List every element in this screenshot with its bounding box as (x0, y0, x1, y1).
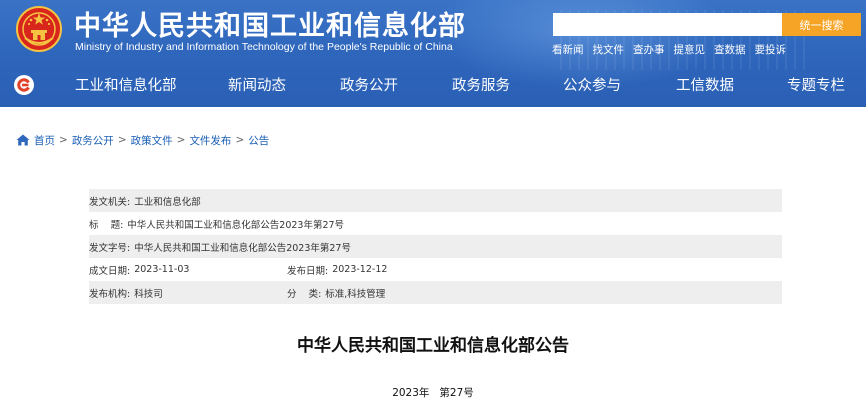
meta-label: 标 题: (89, 219, 124, 231)
main-nav: 工业和信息化部 新闻动态 政务公开 政务服务 公众参与 工信数据 专题专栏 (0, 62, 866, 106)
meta-row-dates: 成文日期: 2023-11-03 发布日期: 2023-12-12 (89, 258, 782, 281)
meta-label: 成文日期: (89, 265, 131, 277)
meta-value-doc-no: 中华人民共和国工业和信息化部公告2023年第27号 (134, 242, 351, 254)
meta-value-category: 标准,科技管理 (325, 288, 386, 300)
breadcrumb: 首页 > 政务公开 > 政策文件 > 文件发布 > 公告 (16, 132, 269, 148)
meta-cell: 成文日期: 2023-11-03 (89, 263, 287, 277)
meta-cell: 发文机关: 工业和信息化部 (89, 194, 201, 208)
nav-item-topics[interactable]: 专题专栏 (787, 74, 845, 95)
national-emblem-icon[interactable] (16, 6, 62, 52)
nav-item-miit[interactable]: 工业和信息化部 (75, 74, 177, 95)
breadcrumb-separator: > (117, 134, 127, 146)
quick-link-feedback[interactable]: 提意见 (674, 42, 706, 57)
quick-links: 看新闻 找文件 查办事 提意见 查数据 要投诉 (552, 42, 795, 57)
breadcrumb-notice[interactable]: 公告 (248, 133, 269, 148)
meta-row-issuer: 发文机关: 工业和信息化部 (89, 189, 782, 212)
meta-value-created: 2023-11-03 (134, 264, 190, 275)
meta-label: 发布机构: (89, 288, 131, 300)
meta-row-doc-no: 发文字号: 中华人民共和国工业和信息化部公告2023年第27号 (89, 235, 782, 258)
search-button[interactable]: 统一搜索 (782, 13, 861, 36)
site-subtitle: Ministry of Industry and Information Tec… (75, 41, 453, 53)
meta-cell: 发布机构: 科技司 (89, 286, 287, 300)
meta-label: 发文机关: (89, 196, 131, 208)
meta-label: 发文字号: (89, 242, 131, 254)
home-icon (16, 134, 30, 146)
meta-cell: 发布日期: 2023-12-12 (287, 263, 387, 277)
meta-cell: 标 题: 中华人民共和国工业和信息化部公告2023年第27号 (89, 217, 344, 231)
breadcrumb-policy[interactable]: 政策文件 (131, 133, 173, 148)
search-input[interactable] (553, 13, 783, 36)
quick-link-complaint[interactable]: 要投诉 (755, 42, 787, 57)
meta-cell: 分 类: 标准,科技管理 (287, 286, 385, 300)
meta-label: 发布日期: (287, 265, 329, 277)
nav-item-data[interactable]: 工信数据 (676, 74, 734, 95)
meta-value-published: 2023-12-12 (332, 264, 388, 275)
breadcrumb-home[interactable]: 首页 (34, 133, 55, 148)
document-meta-table: 发文机关: 工业和信息化部 标 题: 中华人民共和国工业和信息化部公告2023年… (89, 189, 782, 304)
meta-row-title: 标 题: 中华人民共和国工业和信息化部公告2023年第27号 (89, 212, 782, 235)
meta-cell: 发文字号: 中华人民共和国工业和信息化部公告2023年第27号 (89, 240, 351, 254)
nav-item-participation[interactable]: 公众参与 (563, 74, 621, 95)
document-number: 2023年 第27号 (392, 387, 474, 399)
breadcrumb-release[interactable]: 文件发布 (189, 133, 231, 148)
meta-label: 分 类: (287, 288, 322, 300)
breadcrumb-affairs[interactable]: 政务公开 (72, 133, 114, 148)
home-logo-icon[interactable] (13, 74, 35, 96)
breadcrumb-separator: > (176, 134, 186, 146)
document-heading: 中华人民共和国工业和信息化部公告 (297, 336, 569, 356)
meta-value-title: 中华人民共和国工业和信息化部公告2023年第27号 (127, 219, 345, 231)
meta-value-issuer: 工业和信息化部 (134, 196, 201, 208)
nav-item-news[interactable]: 新闻动态 (228, 74, 286, 95)
quick-link-data[interactable]: 查数据 (714, 42, 746, 57)
nav-item-affairs[interactable]: 政务公开 (340, 74, 398, 95)
quick-link-news[interactable]: 看新闻 (552, 42, 584, 57)
site-header: 中华人民共和国工业和信息化部 Ministry of Industry and … (0, 0, 866, 107)
nav-item-services[interactable]: 政务服务 (452, 74, 510, 95)
quick-link-services[interactable]: 查办事 (633, 42, 665, 57)
breadcrumb-separator: > (235, 134, 245, 146)
site-title: 中华人民共和国工业和信息化部 (74, 11, 466, 42)
meta-row-agency: 发布机构: 科技司 分 类: 标准,科技管理 (89, 281, 782, 304)
meta-value-agency: 科技司 (134, 288, 163, 300)
quick-link-files[interactable]: 找文件 (593, 42, 625, 57)
breadcrumb-separator: > (59, 134, 68, 146)
